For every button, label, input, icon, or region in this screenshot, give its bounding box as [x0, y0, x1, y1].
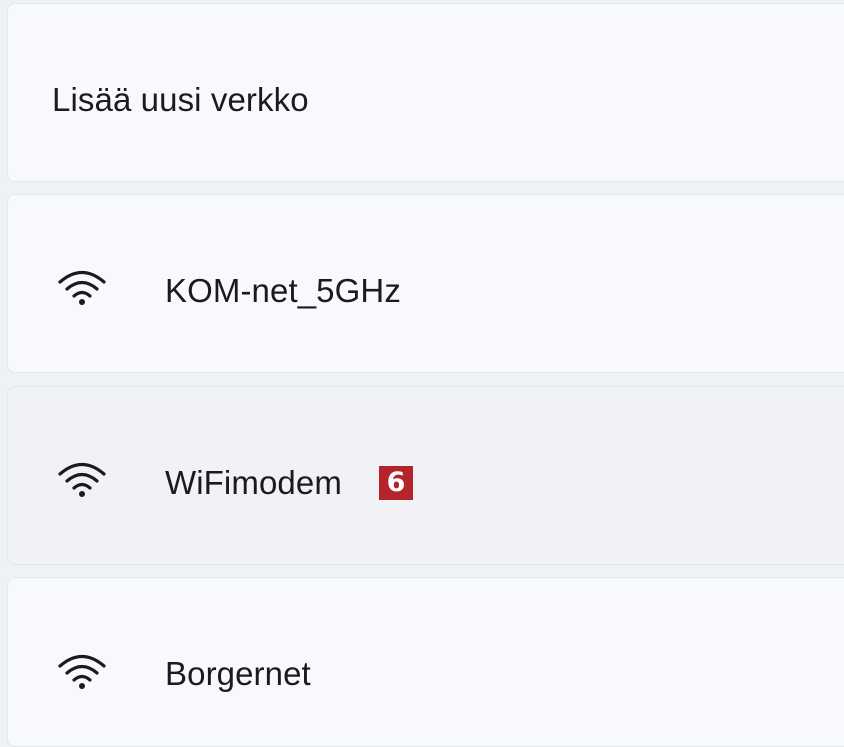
- network-name: WiFimodem: [165, 464, 342, 501]
- network-item-kom-net-5ghz[interactable]: KOM-net_5GHz: [7, 194, 844, 373]
- network-name: Borgernet: [165, 655, 311, 692]
- wifi-icon: [58, 654, 106, 689]
- annotation-badge: 6: [379, 466, 413, 500]
- add-new-network-button[interactable]: Lisää uusi verkko: [7, 3, 844, 182]
- wifi-icon: [58, 270, 106, 305]
- network-item-borgernet[interactable]: Borgernet: [7, 577, 844, 747]
- add-new-network-label: Lisää uusi verkko: [52, 81, 309, 118]
- wifi-icon: [58, 462, 106, 497]
- network-item-wifimodem[interactable]: WiFimodem 6: [7, 386, 844, 565]
- network-name: KOM-net_5GHz: [165, 272, 401, 309]
- wifi-network-list: Lisää uusi verkko KOM-net_5GHz WiFimodem…: [0, 0, 844, 747]
